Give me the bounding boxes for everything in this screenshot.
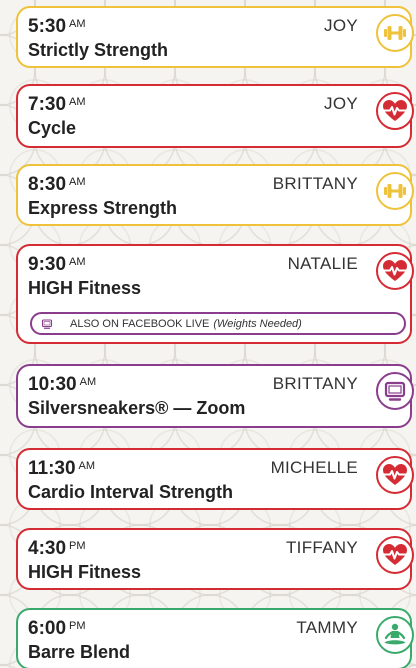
class-title: Silversneakers® — Zoom xyxy=(28,398,246,418)
class-title: Cycle xyxy=(28,118,77,138)
class-time: 9:30 AM xyxy=(28,254,86,275)
class-ampm: AM xyxy=(78,460,96,472)
class-time: 8:30 AM xyxy=(28,174,86,195)
class-card[interactable]: 5:30 AM JOY Strictly Strength xyxy=(16,6,414,68)
class-ampm: AM xyxy=(69,18,86,30)
facebook-live-label: ALSO ON FACEBOOK LIVE xyxy=(70,317,210,330)
class-title: Barre Blend xyxy=(28,642,131,662)
dumbbell-icon xyxy=(376,14,414,52)
heartbeat-icon xyxy=(376,92,414,130)
meditation-icon xyxy=(376,616,414,654)
class-time: 6:00 PM xyxy=(28,618,86,639)
class-instructor: BRITTANY xyxy=(272,374,358,393)
class-title: Cardio Interval Strength xyxy=(28,482,234,502)
class-instructor: NATALIE xyxy=(287,254,358,273)
monitor-icon xyxy=(40,317,62,331)
class-instructor: JOY xyxy=(324,94,358,113)
class-ampm: AM xyxy=(69,96,86,108)
class-card[interactable]: 6:00 PM TAMMY Barre Blend xyxy=(16,608,414,668)
class-instructor: MICHELLE xyxy=(270,458,358,477)
dumbbell-icon xyxy=(376,172,414,210)
class-ampm: AM xyxy=(79,376,97,388)
class-instructor: TIFFANY xyxy=(286,538,358,557)
facebook-live-note: (Weights Needed) xyxy=(213,317,302,330)
class-time: 5:30 AM xyxy=(28,16,86,37)
class-ampm: PM xyxy=(69,620,86,632)
class-card[interactable]: 11:30 AM MICHELLE Cardio Interval Strengt… xyxy=(16,448,414,510)
class-title: Strictly Strength xyxy=(28,40,169,60)
class-ampm: PM xyxy=(69,540,86,552)
class-ampm: AM xyxy=(69,256,86,268)
class-time: 4:30 PM xyxy=(28,538,86,559)
class-title: Express Strength xyxy=(28,198,178,218)
class-ampm: AM xyxy=(69,176,86,188)
class-time: 7:30 AM xyxy=(28,94,86,115)
class-card[interactable]: 7:30 AM JOY Cycle xyxy=(16,84,414,148)
facebook-live-banner[interactable]: ALSO ON FACEBOOK LIVE (Weights Needed) xyxy=(30,312,406,335)
heartbeat-icon xyxy=(376,456,414,494)
class-card[interactable]: 8:30 AM BRITTANY Express Strength xyxy=(16,164,414,226)
class-instructor: TAMMY xyxy=(296,618,358,637)
monitor-icon xyxy=(376,372,414,410)
class-instructor: JOY xyxy=(324,16,358,35)
class-instructor: BRITTANY xyxy=(272,174,358,193)
heartbeat-icon xyxy=(376,252,414,290)
heartbeat-icon xyxy=(376,536,414,574)
class-schedule: 5:30 AM JOY Strictly Strength 7:30 AM JOY … xyxy=(0,0,416,668)
class-title: HIGH Fitness xyxy=(28,562,142,582)
class-time: 11:30 AM xyxy=(28,458,96,479)
class-card[interactable]: 10:30 AM BRITTANY Silversneakers® — Zoom xyxy=(16,364,414,428)
class-card[interactable]: 4:30 PM TIFFANY HIGH Fitness xyxy=(16,528,414,590)
class-time: 10:30 AM xyxy=(28,374,97,395)
class-card[interactable]: 9:30 AM NATALIE HIGH Fitness ALSO ON FACE… xyxy=(16,244,414,344)
class-title: HIGH Fitness xyxy=(28,278,142,298)
